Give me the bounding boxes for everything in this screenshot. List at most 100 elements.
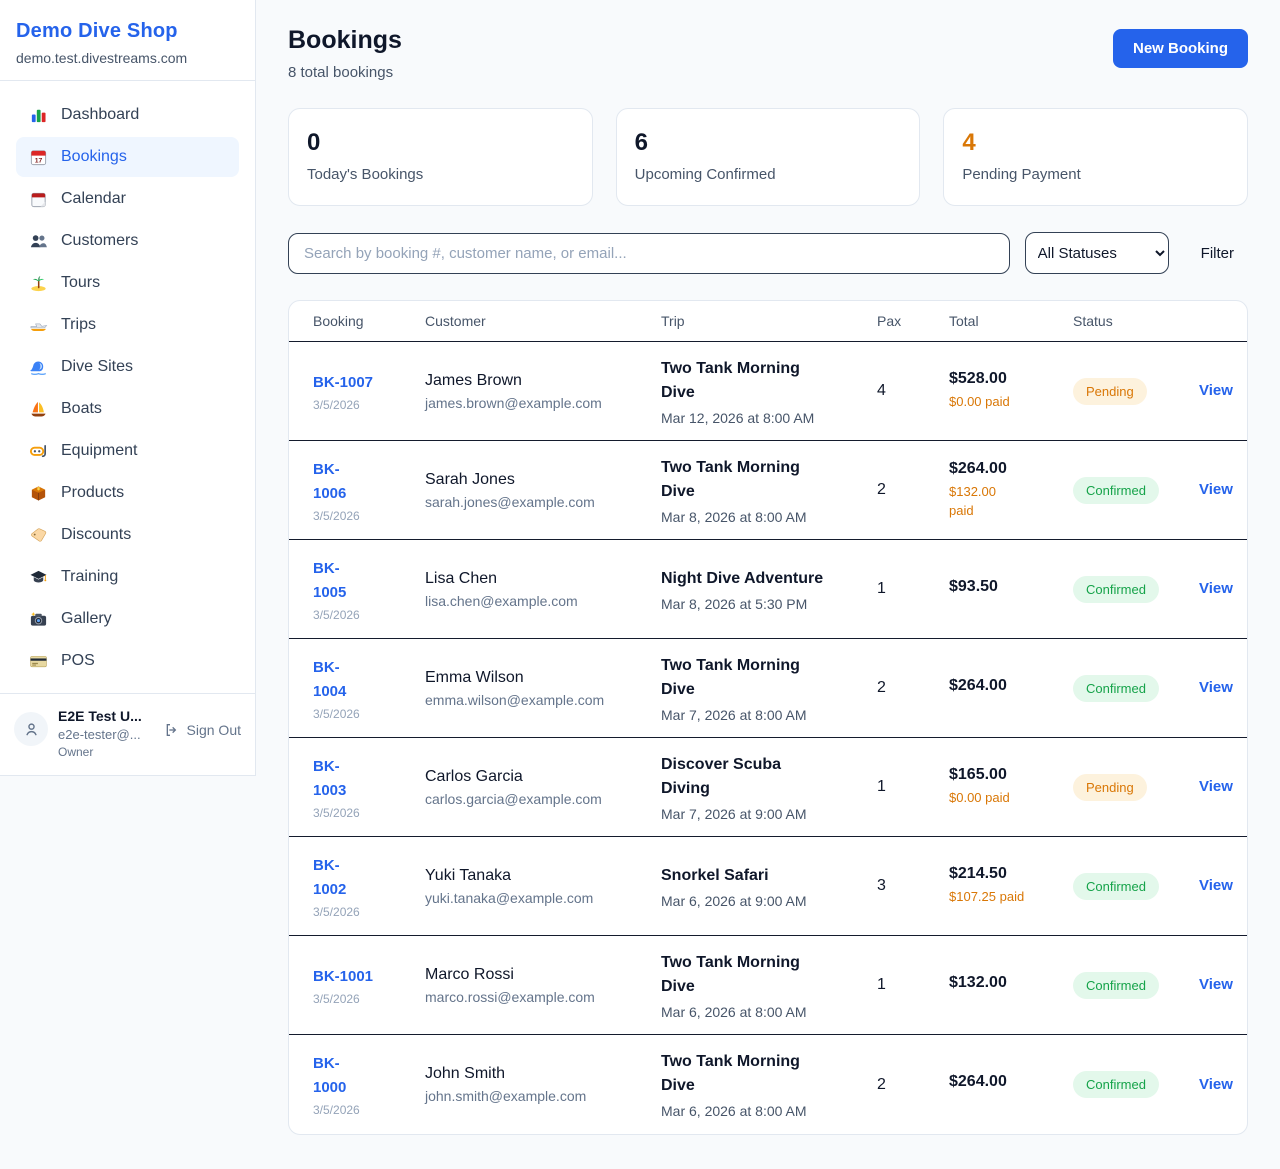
booking-id-link[interactable]: BK-1001 bbox=[313, 965, 373, 989]
status-cell: Confirmed bbox=[1073, 576, 1199, 603]
user-name: E2E Test U... bbox=[58, 708, 142, 724]
booking-id-link[interactable]: BK- 1006 bbox=[313, 458, 346, 506]
sidebar-item-discounts[interactable]: Discounts bbox=[16, 515, 239, 555]
view-link[interactable]: View bbox=[1199, 679, 1233, 696]
table-row: BK- 1004 3/5/2026 Emma Wilson emma.wilso… bbox=[289, 639, 1247, 738]
customer-name: Marco Rossi bbox=[425, 966, 661, 984]
table-row: BK- 1006 3/5/2026 Sarah Jones sarah.jone… bbox=[289, 441, 1247, 540]
view-link[interactable]: View bbox=[1199, 976, 1233, 993]
actions-cell: View bbox=[1199, 580, 1233, 598]
user-meta: E2E Test U... e2e-tester@... Owner bbox=[58, 708, 142, 759]
view-link[interactable]: View bbox=[1199, 1076, 1233, 1093]
status-cell: Confirmed bbox=[1073, 675, 1199, 702]
customer-cell: Marco Rossi marco.rossi@example.com bbox=[425, 966, 661, 1005]
trip-name: Discover Scuba Diving bbox=[661, 753, 877, 801]
table-row: BK- 1005 3/5/2026 Lisa Chen lisa.chen@ex… bbox=[289, 540, 1247, 639]
paid-amount: $0.00 paid bbox=[949, 789, 1073, 808]
booking-id-link[interactable]: BK- 1000 bbox=[313, 1052, 346, 1100]
sidebar-item-tours[interactable]: Tours bbox=[16, 263, 239, 303]
people-icon bbox=[28, 231, 48, 251]
sidebar-item-label: Discounts bbox=[61, 526, 131, 544]
pax-count: 1 bbox=[877, 976, 949, 994]
booking-cell: BK-1001 3/5/2026 bbox=[313, 965, 425, 1006]
trip-cell: Night Dive Adventure Mar 8, 2026 at 5:30… bbox=[661, 567, 877, 612]
status-badge: Pending bbox=[1073, 378, 1147, 405]
calendar-icon bbox=[28, 189, 48, 209]
sidebar-item-equipment[interactable]: Equipment bbox=[16, 431, 239, 471]
customer-cell: Emma Wilson emma.wilson@example.com bbox=[425, 669, 661, 708]
stats-cards: 0 Today's Bookings 6 Upcoming Confirmed … bbox=[288, 108, 1248, 206]
sidebar-item-pos[interactable]: POS bbox=[16, 641, 239, 681]
trip-name: Night Dive Adventure bbox=[661, 567, 877, 591]
trip-name: Two Tank Morning Dive bbox=[661, 654, 877, 702]
bar-chart-icon bbox=[28, 105, 48, 125]
new-booking-button[interactable]: New Booking bbox=[1113, 29, 1248, 68]
stat-label: Today's Bookings bbox=[307, 166, 574, 183]
actions-cell: View bbox=[1199, 679, 1233, 697]
main-content: Bookings 8 total bookings New Booking 0 … bbox=[256, 0, 1280, 1169]
sidebar-item-dive-sites[interactable]: Dive Sites bbox=[16, 347, 239, 387]
pax-count: 1 bbox=[877, 778, 949, 796]
trip-cell: Snorkel Safari Mar 6, 2026 at 9:00 AM bbox=[661, 864, 877, 909]
booking-date: 3/5/2026 bbox=[313, 398, 425, 412]
status-cell: Confirmed bbox=[1073, 477, 1199, 504]
sign-out-button[interactable]: Sign Out bbox=[164, 722, 241, 738]
view-link[interactable]: View bbox=[1199, 481, 1233, 498]
booking-id-link[interactable]: BK- 1005 bbox=[313, 557, 346, 605]
actions-cell: View bbox=[1199, 382, 1233, 400]
sidebar-item-boats[interactable]: Boats bbox=[16, 389, 239, 429]
view-link[interactable]: View bbox=[1199, 778, 1233, 795]
sidebar-item-label: POS bbox=[61, 652, 95, 670]
col-customer: Customer bbox=[425, 313, 661, 329]
booking-date: 3/5/2026 bbox=[313, 707, 425, 721]
sailboat-icon bbox=[28, 399, 48, 419]
status-cell: Pending bbox=[1073, 378, 1199, 405]
customer-email: carlos.garcia@example.com bbox=[425, 791, 661, 807]
search-input[interactable] bbox=[288, 233, 1010, 274]
sign-out-label: Sign Out bbox=[187, 722, 241, 738]
tag-icon bbox=[28, 525, 48, 545]
camera-icon bbox=[28, 609, 48, 629]
page-header-text: Bookings 8 total bookings bbox=[288, 26, 402, 81]
customer-name: Lisa Chen bbox=[425, 570, 661, 588]
status-cell: Confirmed bbox=[1073, 873, 1199, 900]
table-row: BK- 1000 3/5/2026 John Smith john.smith@… bbox=[289, 1035, 1247, 1134]
view-link[interactable]: View bbox=[1199, 580, 1233, 597]
status-badge: Confirmed bbox=[1073, 972, 1159, 999]
booking-id-link[interactable]: BK-1007 bbox=[313, 371, 373, 395]
sidebar-item-dashboard[interactable]: Dashboard bbox=[16, 95, 239, 135]
pax-count: 2 bbox=[877, 679, 949, 697]
table-header: Booking Customer Trip Pax Total Status bbox=[289, 301, 1247, 342]
pax-count: 1 bbox=[877, 580, 949, 598]
sidebar-item-products[interactable]: Products bbox=[16, 473, 239, 513]
status-badge: Pending bbox=[1073, 774, 1147, 801]
page: Demo Dive Shop demo.test.divestreams.com… bbox=[0, 0, 1280, 1169]
calendar-date-icon: 17 bbox=[28, 147, 48, 167]
sidebar-item-customers[interactable]: Customers bbox=[16, 221, 239, 261]
sidebar-item-training[interactable]: Training bbox=[16, 557, 239, 597]
stat-label: Upcoming Confirmed bbox=[635, 166, 902, 183]
sidebar-item-trips[interactable]: Trips bbox=[16, 305, 239, 345]
customer-cell: Sarah Jones sarah.jones@example.com bbox=[425, 471, 661, 510]
sidebar-item-bookings[interactable]: 17 Bookings bbox=[16, 137, 239, 177]
sidebar-item-gallery[interactable]: Gallery bbox=[16, 599, 239, 639]
booking-id-link[interactable]: BK- 1003 bbox=[313, 755, 346, 803]
filter-label[interactable]: Filter bbox=[1201, 245, 1234, 262]
island-icon bbox=[28, 273, 48, 293]
booking-id-link[interactable]: BK- 1002 bbox=[313, 854, 346, 902]
total-cell: $93.50 bbox=[949, 578, 1073, 601]
credit-card-icon bbox=[28, 651, 48, 671]
total-amount: $93.50 bbox=[949, 578, 1073, 596]
status-filter-select[interactable]: All Statuses bbox=[1025, 232, 1169, 274]
table-row: BK- 1002 3/5/2026 Yuki Tanaka yuki.tanak… bbox=[289, 837, 1247, 936]
shop-domain: demo.test.divestreams.com bbox=[16, 50, 239, 66]
customer-name: James Brown bbox=[425, 372, 661, 390]
actions-cell: View bbox=[1199, 481, 1233, 499]
view-link[interactable]: View bbox=[1199, 382, 1233, 399]
total-amount: $214.50 bbox=[949, 865, 1073, 883]
view-link[interactable]: View bbox=[1199, 877, 1233, 894]
total-cell: $264.00 bbox=[949, 1073, 1073, 1096]
sidebar-item-calendar[interactable]: Calendar bbox=[16, 179, 239, 219]
sidebar-item-label: Bookings bbox=[61, 148, 127, 166]
booking-id-link[interactable]: BK- 1004 bbox=[313, 656, 346, 704]
